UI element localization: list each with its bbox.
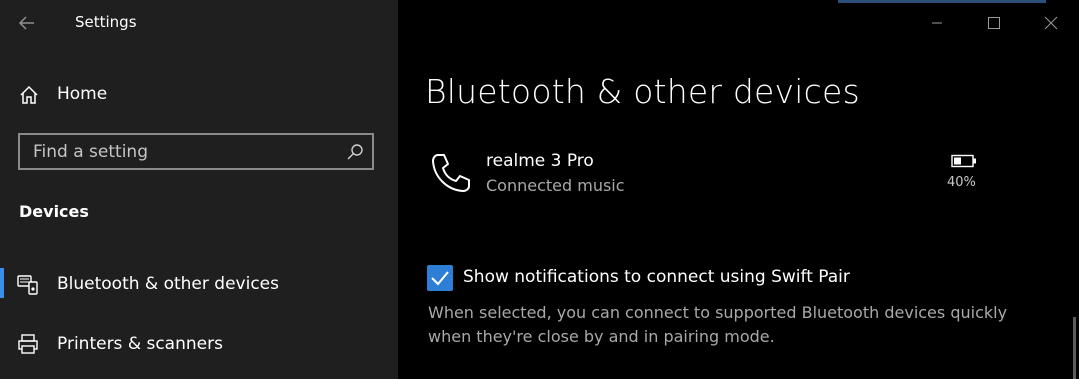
app-title: Settings [75, 13, 137, 31]
sidebar-item-label: Printers & scanners [57, 334, 223, 354]
swift-pair-description: When selected, you can connect to suppor… [428, 303, 1008, 346]
section-heading: Devices [19, 202, 89, 221]
checkmark-icon [431, 271, 449, 286]
search-box[interactable] [18, 133, 374, 170]
taskbar-strip [838, 0, 1046, 3]
battery-icon [951, 153, 977, 168]
back-arrow-icon [18, 16, 34, 30]
maximize-button[interactable] [976, 10, 1014, 36]
minimize-button[interactable] [918, 10, 956, 36]
printer-icon [17, 333, 39, 355]
page-title: Bluetooth & other devices [425, 72, 860, 111]
maximize-icon [988, 17, 1000, 29]
sidebar [0, 0, 398, 379]
search-input[interactable] [33, 142, 333, 162]
battery-percentage: 40% [947, 175, 976, 190]
search-icon[interactable] [346, 143, 364, 161]
device-status: Connected music [486, 176, 625, 195]
scrollbar[interactable] [1073, 317, 1076, 379]
bluetooth-devices-icon [17, 273, 39, 295]
sidebar-item-label: Bluetooth & other devices [57, 274, 279, 294]
home-icon [19, 85, 39, 105]
minimize-icon [932, 22, 942, 24]
back-button[interactable] [14, 10, 42, 36]
swift-pair-checkbox[interactable] [427, 265, 453, 291]
close-button[interactable] [1032, 10, 1070, 36]
phone-icon [429, 151, 473, 195]
close-icon [1044, 16, 1058, 30]
home-label: Home [57, 84, 108, 104]
swift-pair-label[interactable]: Show notifications to connect using Swif… [463, 267, 850, 287]
device-name[interactable]: realme 3 Pro [486, 151, 594, 171]
selection-indicator [0, 268, 4, 298]
